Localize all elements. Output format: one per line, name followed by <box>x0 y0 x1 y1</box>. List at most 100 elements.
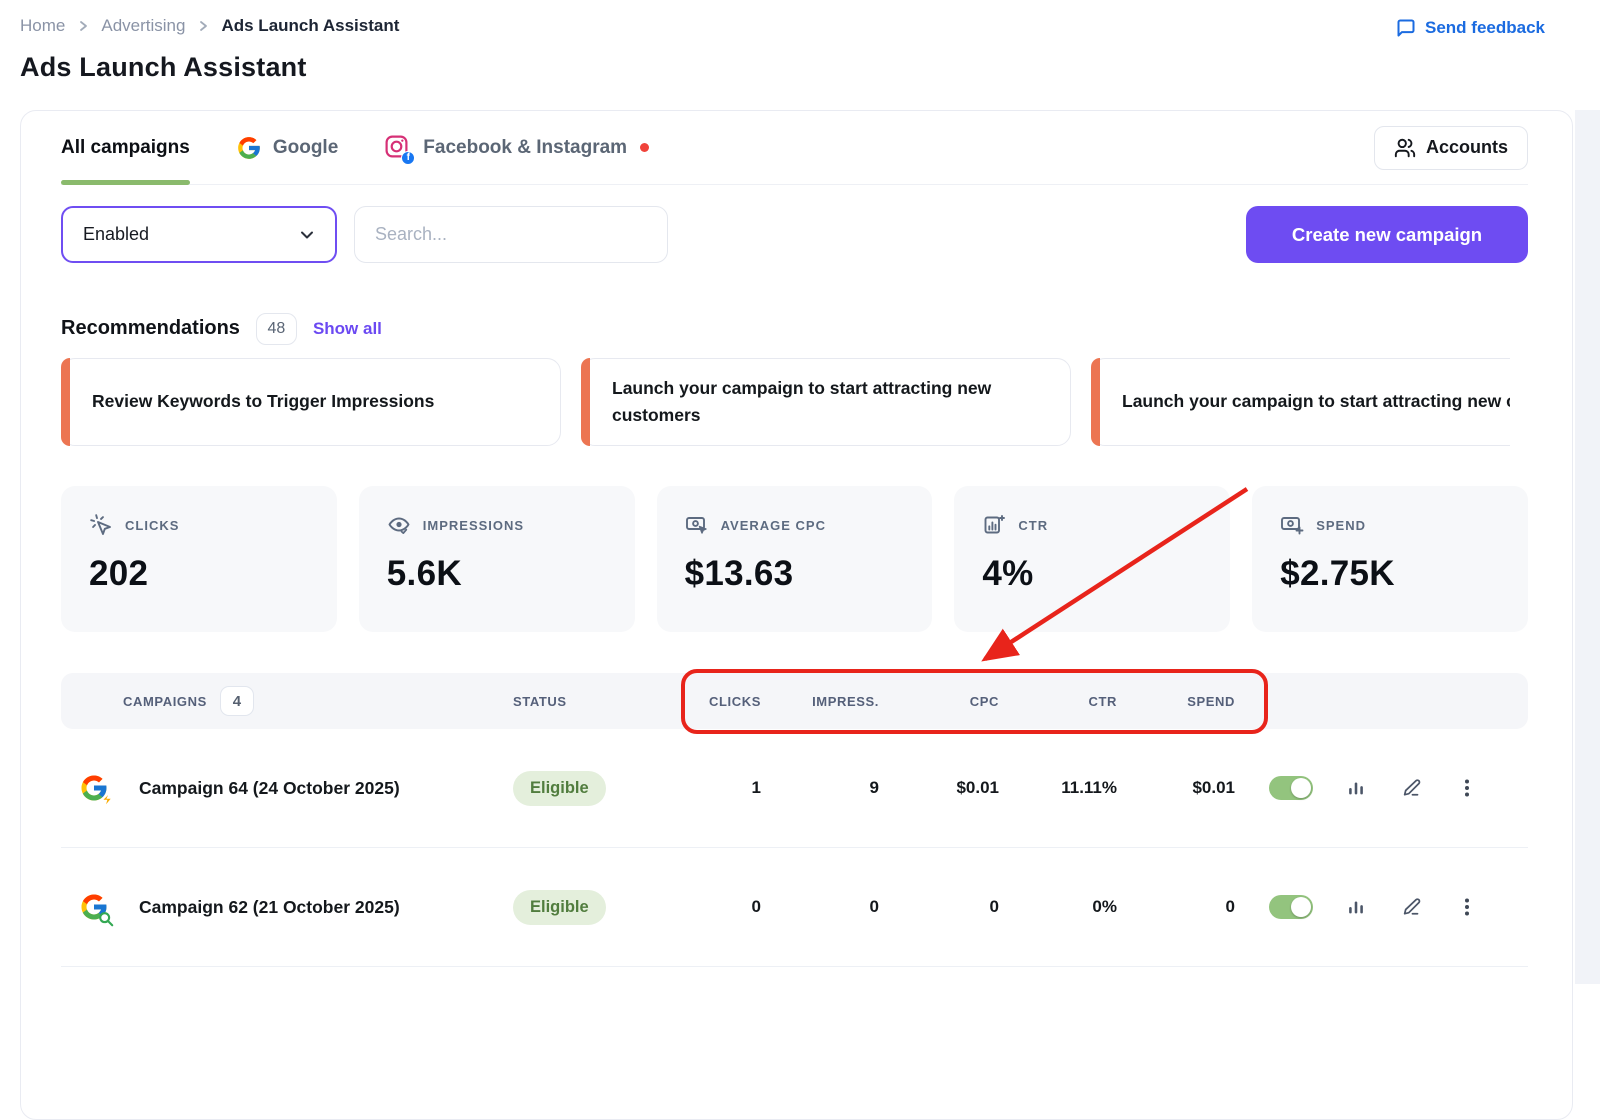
breadcrumb-current: Ads Launch Assistant <box>221 16 399 36</box>
impressions-value: 9 <box>761 778 879 798</box>
spend-value: 0 <box>1117 897 1235 917</box>
chevron-down-icon <box>299 227 315 243</box>
accounts-button[interactable]: Accounts <box>1374 126 1528 170</box>
campaign-name[interactable]: Campaign 62 (21 October 2025) <box>139 897 400 918</box>
stat-label: SPEND <box>1316 518 1366 533</box>
create-campaign-button[interactable]: Create new campaign <box>1246 206 1528 263</box>
ctr-value: 0% <box>999 897 1117 917</box>
stats-row: CLICKS 202 IMPRESSIONS 5.6K AVERAGE CPC … <box>61 486 1528 632</box>
search-input[interactable] <box>354 206 668 263</box>
stat-card-impressions: IMPRESSIONS 5.6K <box>359 486 635 632</box>
table-row: Campaign 62 (21 October 2025) Eligible 0… <box>61 848 1528 967</box>
stat-value: 5.6K <box>387 554 607 594</box>
breadcrumb-home[interactable]: Home <box>20 16 65 36</box>
stat-value: $13.63 <box>685 554 905 594</box>
campaign-enabled-toggle[interactable] <box>1269 776 1313 800</box>
campaigns-column-header: CAMPAIGNS <box>123 694 207 709</box>
money-cursor-icon <box>685 513 709 537</box>
cpc-value: 0 <box>879 897 999 917</box>
bar-chart-icon[interactable] <box>1343 775 1369 801</box>
recommendation-card[interactable]: Review Keywords to Trigger Impressions <box>61 358 561 446</box>
scrollbar-track[interactable] <box>1575 110 1600 984</box>
cursor-click-icon <box>89 513 113 537</box>
breadcrumb-advertising[interactable]: Advertising <box>101 16 185 36</box>
stat-card-average-cpc: AVERAGE CPC $13.63 <box>657 486 933 632</box>
main-card: All campaigns Google f Facebook & Instag… <box>20 110 1573 1120</box>
send-feedback-link[interactable]: Send feedback <box>1396 18 1545 38</box>
ctr-column-header: CTR <box>999 694 1117 709</box>
recommendations-carousel: Review Keywords to Trigger Impressions L… <box>61 358 1510 447</box>
stat-value: 202 <box>89 554 309 594</box>
recommendation-card[interactable]: Launch your campaign to start attracting… <box>1091 358 1510 446</box>
status-badge: Eligible <box>513 890 606 925</box>
accounts-button-label: Accounts <box>1426 137 1508 158</box>
chart-plus-icon <box>982 513 1006 537</box>
status-badge: Eligible <box>513 771 606 806</box>
impressions-value: 0 <box>761 897 879 917</box>
tab-google[interactable]: Google <box>236 111 338 184</box>
campaigns-count-badge: 4 <box>220 686 254 716</box>
chevron-right-icon <box>77 20 89 32</box>
money-plus-icon <box>1280 513 1304 537</box>
breadcrumb: Home Advertising Ads Launch Assistant <box>20 16 399 36</box>
chevron-right-icon <box>197 20 209 32</box>
recommendations-count-badge: 48 <box>256 313 297 345</box>
recommendation-text: Launch your campaign to start attracting… <box>1122 388 1510 415</box>
bar-chart-icon[interactable] <box>1343 894 1369 920</box>
notification-dot <box>640 143 649 152</box>
table-row: Campaign 64 (24 October 2025) Eligible 1… <box>61 729 1528 848</box>
kebab-menu-icon[interactable] <box>1455 894 1479 920</box>
google-logo-icon <box>236 135 262 161</box>
table-body: Campaign 64 (24 October 2025) Eligible 1… <box>61 729 1528 967</box>
recommendation-text: Launch your campaign to start attracting… <box>612 375 1046 429</box>
tab-facebook-instagram[interactable]: f Facebook & Instagram <box>384 111 649 184</box>
filter-row: Enabled Create new campaign <box>61 206 1528 263</box>
status-filter-value: Enabled <box>83 224 149 245</box>
edit-pencil-icon[interactable] <box>1399 775 1425 801</box>
status-filter-select[interactable]: Enabled <box>61 206 337 263</box>
clicks-value: 1 <box>661 778 761 798</box>
campaign-name[interactable]: Campaign 64 (24 October 2025) <box>139 778 400 799</box>
instagram-icon: f <box>384 134 412 162</box>
recommendation-card[interactable]: Launch your campaign to start attracting… <box>581 358 1071 446</box>
page: Home Advertising Ads Launch Assistant Se… <box>0 0 1600 984</box>
spend-value: $0.01 <box>1117 778 1235 798</box>
stat-label: IMPRESSIONS <box>423 518 524 533</box>
magnifier-icon <box>98 911 114 927</box>
clicks-column-header: CLICKS <box>661 694 761 709</box>
tab-google-label: Google <box>273 137 338 159</box>
stat-card-spend: SPEND $2.75K <box>1252 486 1528 632</box>
lightning-bolt-icon <box>99 791 114 808</box>
campaign-enabled-toggle[interactable] <box>1269 895 1313 919</box>
table-header: CAMPAIGNS 4 STATUS CLICKS IMPRESS. CPC C… <box>61 673 1528 729</box>
chat-bubble-icon <box>1396 18 1416 38</box>
recommendations-title: Recommendations <box>61 317 240 340</box>
page-title: Ads Launch Assistant <box>20 52 307 83</box>
eye-icon <box>387 513 411 537</box>
tab-all-campaigns-label: All campaigns <box>61 137 190 159</box>
edit-pencil-icon[interactable] <box>1399 894 1425 920</box>
stat-card-ctr: CTR 4% <box>954 486 1230 632</box>
stat-value: 4% <box>982 554 1202 594</box>
clicks-value: 0 <box>661 897 761 917</box>
ctr-value: 11.11% <box>999 778 1117 798</box>
users-icon <box>1394 137 1416 159</box>
recommendation-text: Review Keywords to Trigger Impressions <box>92 388 434 415</box>
cpc-column-header: CPC <box>879 694 999 709</box>
recommendations-header: Recommendations 48 Show all <box>61 312 382 345</box>
show-all-link[interactable]: Show all <box>313 319 382 339</box>
status-column-header: STATUS <box>501 694 661 709</box>
tabs-row: All campaigns Google f Facebook & Instag… <box>61 111 1528 185</box>
facebook-icon: f <box>401 151 415 165</box>
tab-facebook-instagram-label: Facebook & Instagram <box>423 137 627 159</box>
tab-all-campaigns[interactable]: All campaigns <box>61 111 190 184</box>
spend-column-header: SPEND <box>1117 694 1235 709</box>
cpc-value: $0.01 <box>879 778 999 798</box>
impressions-column-header: IMPRESS. <box>761 694 879 709</box>
google-search-campaign-icon <box>79 892 109 922</box>
kebab-menu-icon[interactable] <box>1455 775 1479 801</box>
stat-value: $2.75K <box>1280 554 1500 594</box>
google-performance-campaign-icon <box>79 773 109 803</box>
stat-label: CTR <box>1018 518 1048 533</box>
send-feedback-label: Send feedback <box>1425 18 1545 38</box>
